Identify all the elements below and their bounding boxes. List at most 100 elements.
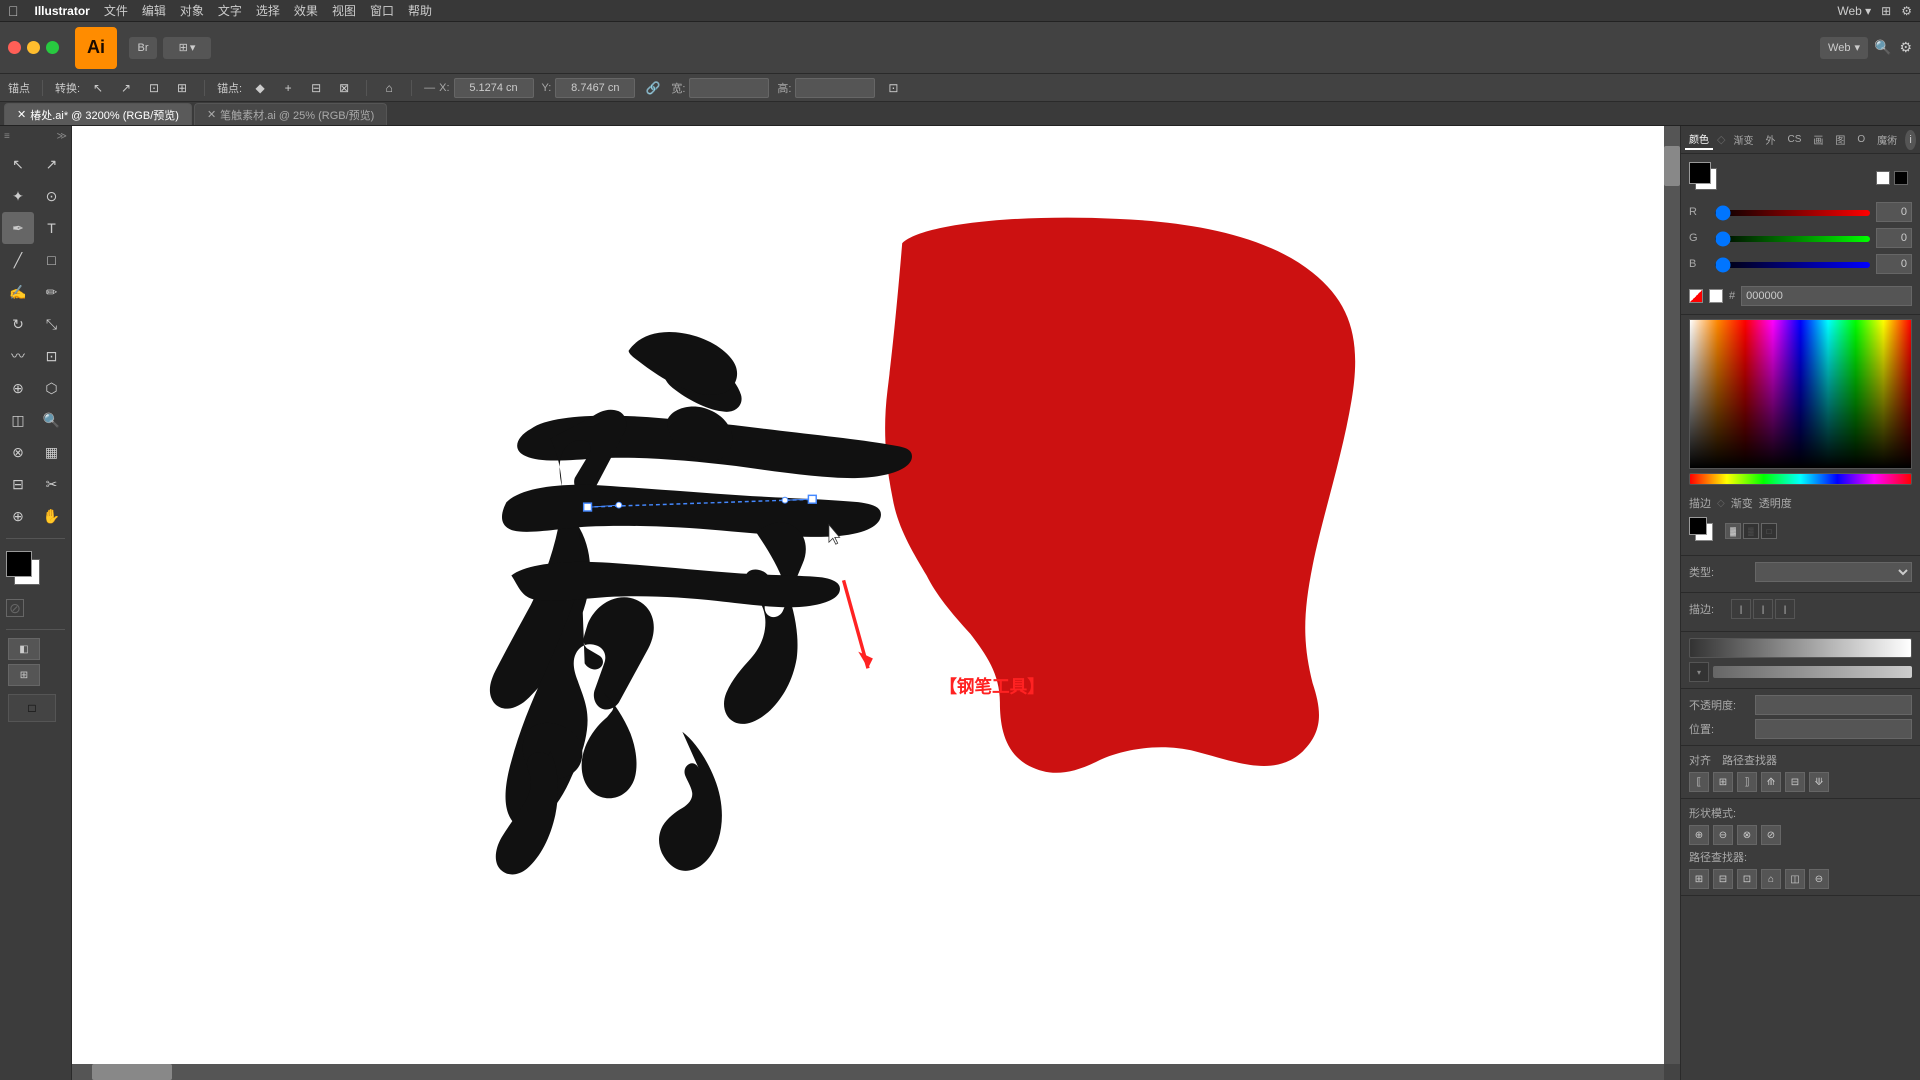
app-name[interactable]: Illustrator xyxy=(35,4,90,18)
apple-menu[interactable]:  xyxy=(8,3,19,19)
stroke-align-btn1[interactable]: | xyxy=(1731,599,1751,619)
gradient-expand-btn[interactable]: ▾ xyxy=(1689,662,1709,682)
color-tab[interactable]: 颜色 xyxy=(1685,129,1713,150)
draw-tab[interactable]: 画 xyxy=(1809,130,1827,149)
stroke-align-btn2[interactable]: | xyxy=(1753,599,1773,619)
no-fill-swatch[interactable]: ⊘ xyxy=(6,599,24,617)
rectangle-tool[interactable]: □ xyxy=(36,244,68,276)
h-input[interactable] xyxy=(795,78,875,98)
minus-front-btn[interactable]: ⊖ xyxy=(1713,825,1733,845)
pf-trim-btn[interactable]: ⊟ xyxy=(1713,869,1733,889)
align-top-btn[interactable]: ⟰ xyxy=(1761,772,1781,792)
link-xy-btn[interactable]: 🔗 xyxy=(643,78,663,98)
position-select[interactable] xyxy=(1755,719,1912,739)
gradient-bar[interactable] xyxy=(1689,638,1912,658)
vertical-scrollbar[interactable] xyxy=(1664,126,1680,1064)
anchor-option-btn[interactable]: ◆ xyxy=(250,78,270,98)
y-input[interactable] xyxy=(555,78,635,98)
bridge-button[interactable]: Br xyxy=(129,37,157,59)
b-slider[interactable] xyxy=(1715,262,1870,268)
menu-help[interactable]: 帮助 xyxy=(408,2,432,19)
perspective-tool[interactable]: ⬡ xyxy=(36,372,68,404)
canvas-area[interactable]: 【钢笔工具】 xyxy=(72,126,1680,1080)
menu-object[interactable]: 对象 xyxy=(180,2,204,19)
image-tab[interactable]: 图 xyxy=(1831,130,1849,149)
opacity-select[interactable] xyxy=(1755,695,1912,715)
free-transform-tool[interactable]: ⊡ xyxy=(36,340,68,372)
reflect-tool[interactable]: ◧ xyxy=(8,638,40,660)
anchor-transform-btn[interactable]: ⊟ xyxy=(306,78,326,98)
brush-tool[interactable]: ✍ xyxy=(2,276,34,308)
color-fg-swatch[interactable] xyxy=(1689,162,1711,184)
black-swatch[interactable] xyxy=(1894,171,1908,185)
artboards-icon[interactable]: □ xyxy=(8,694,56,722)
pf-minus-back-btn[interactable]: ⊖ xyxy=(1809,869,1829,889)
pattern-tool[interactable]: ⊞ xyxy=(8,664,40,686)
line-tool[interactable]: ╱ xyxy=(2,244,34,276)
r-slider[interactable] xyxy=(1715,210,1870,216)
align-left-btn[interactable]: ⟦ xyxy=(1689,772,1709,792)
o-tab[interactable]: O xyxy=(1853,132,1869,147)
tab-bitex[interactable]: ✕ 笔触素材.ai @ 25% (RGB/预览) xyxy=(194,103,387,125)
convert-corner-btn[interactable]: ↗ xyxy=(116,78,136,98)
menu-select[interactable]: 选择 xyxy=(256,2,280,19)
gradient-tool[interactable]: ◫ xyxy=(2,404,34,436)
tab-bitex-close[interactable]: ✕ xyxy=(207,108,216,121)
hand-tool[interactable]: ✋ xyxy=(36,500,68,532)
pencil-tool[interactable]: ✏ xyxy=(36,276,68,308)
anchor-add-btn[interactable]: + xyxy=(278,78,298,98)
share-icon[interactable]: ⚙ xyxy=(1899,39,1912,56)
type-select[interactable] xyxy=(1755,562,1912,582)
slice-tool[interactable]: ✂ xyxy=(36,468,68,500)
cs-tab[interactable]: CS xyxy=(1783,132,1805,147)
close-button[interactable] xyxy=(8,41,21,54)
gradient-tab[interactable]: 渐变 xyxy=(1729,130,1757,149)
text-tool[interactable]: T xyxy=(36,212,68,244)
pf-merge-btn[interactable]: ⊡ xyxy=(1737,869,1757,889)
settings-icon[interactable]: ⚙ xyxy=(1901,4,1912,18)
fullscreen-button[interactable] xyxy=(46,41,59,54)
align-center-v-btn[interactable]: ⊟ xyxy=(1785,772,1805,792)
stroke-align-btn3[interactable]: | xyxy=(1775,599,1795,619)
magic-wand-tool[interactable]: ✦ xyxy=(2,180,34,212)
align-center-h-btn[interactable]: ⊞ xyxy=(1713,772,1733,792)
align-right-btn[interactable]: ⟧ xyxy=(1737,772,1757,792)
menu-text[interactable]: 文字 xyxy=(218,2,242,19)
graph-tool[interactable]: ▦ xyxy=(36,436,68,468)
menu-file[interactable]: 文件 xyxy=(104,2,128,19)
gradient-track[interactable] xyxy=(1713,666,1912,678)
shape-builder-tool[interactable]: ⊕ xyxy=(2,372,34,404)
outside-tab[interactable]: 外 xyxy=(1761,130,1779,149)
stroke-solid-btn[interactable]: ▓ xyxy=(1725,523,1741,539)
toolbox-collapse[interactable]: ≫ xyxy=(57,131,67,142)
pf-crop-btn[interactable]: ⌂ xyxy=(1761,869,1781,889)
direct-select-tool[interactable]: ↗ xyxy=(36,148,68,180)
w-input[interactable] xyxy=(689,78,769,98)
arrange-view-button[interactable]: ⊞ ▾ xyxy=(163,37,211,59)
foreground-color[interactable] xyxy=(6,551,32,577)
pen-tool[interactable]: ✒ xyxy=(2,212,34,244)
intersect-btn[interactable]: ⊗ xyxy=(1737,825,1757,845)
convert-option1-btn[interactable]: ⊡ xyxy=(144,78,164,98)
zoom-tool[interactable]: ⊕ xyxy=(2,500,34,532)
canvas[interactable]: 【钢笔工具】 xyxy=(72,126,1664,1064)
hex-input[interactable] xyxy=(1741,286,1912,306)
panel-info-button[interactable]: i xyxy=(1905,130,1916,150)
magic-tab[interactable]: 魔術 xyxy=(1873,130,1901,149)
horizontal-scrollbar[interactable] xyxy=(72,1064,1664,1080)
warp-tool[interactable]: 〰 xyxy=(2,340,34,372)
pf-divide-btn[interactable]: ⊞ xyxy=(1689,869,1709,889)
web-workspace[interactable]: Web ▾ xyxy=(1837,4,1871,18)
align-bottom-btn[interactable]: ⟱ xyxy=(1809,772,1829,792)
stroke-fg[interactable] xyxy=(1689,517,1707,535)
tab-chun-close[interactable]: ✕ xyxy=(17,108,26,121)
convert-option2-btn[interactable]: ⊞ xyxy=(172,78,192,98)
transform-btn[interactable]: ⊡ xyxy=(883,78,903,98)
unite-btn[interactable]: ⊕ xyxy=(1689,825,1709,845)
eyedropper-tool[interactable]: 🔍 xyxy=(36,404,68,436)
workspace-selector[interactable]: Web ▾ xyxy=(1820,37,1868,59)
pf-outline-btn[interactable]: ◫ xyxy=(1785,869,1805,889)
tab-chun[interactable]: ✕ 椿处.ai* @ 3200% (RGB/预览) xyxy=(4,103,192,125)
select-tool[interactable]: ↖ xyxy=(2,148,34,180)
color-picker-gradient[interactable] xyxy=(1689,319,1912,469)
